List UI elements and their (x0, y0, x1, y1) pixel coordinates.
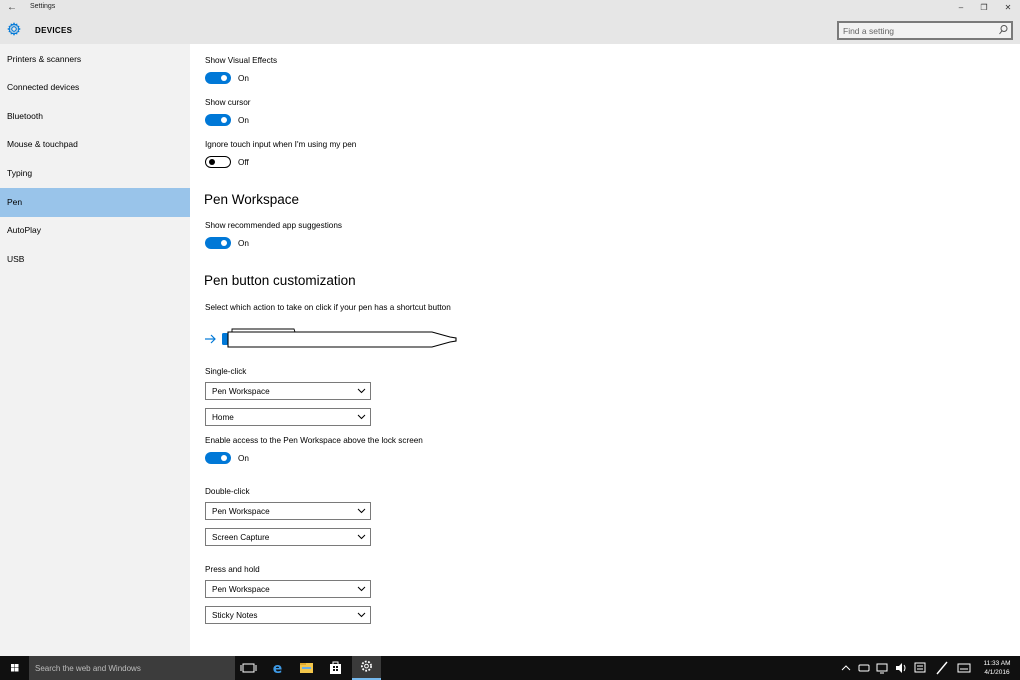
file-explorer-icon[interactable] (292, 656, 321, 680)
sidebar-item-pen[interactable]: Pen (0, 188, 190, 217)
dropdown-value: Pen Workspace (212, 506, 270, 516)
window-title: Settings (30, 3, 56, 10)
pen-button-heading: Pen button customization (204, 273, 356, 288)
lock-screen-toggle[interactable] (205, 452, 231, 464)
recommended-apps-state: On (238, 239, 249, 248)
search-icon[interactable] (998, 24, 1008, 36)
settings-app-icon[interactable] (352, 656, 381, 680)
chevron-down-icon (357, 612, 366, 618)
network-icon[interactable] (874, 656, 890, 680)
press-hold-label: Press and hold (205, 565, 260, 574)
search-input[interactable] (843, 24, 993, 37)
single-click-action-dropdown[interactable]: Pen Workspace (205, 382, 371, 400)
ignore-touch-toggle[interactable] (205, 156, 231, 168)
gear-icon (7, 22, 21, 36)
taskbar: Search the web and Windows e 11:33 AM 4/… (0, 656, 1020, 680)
sidebar-item-connected-devices[interactable]: Connected devices (0, 73, 190, 102)
recommended-apps-label: Show recommended app suggestions (205, 221, 342, 230)
visual-effects-label: Show Visual Effects (205, 56, 278, 65)
dropdown-value: Home (212, 412, 234, 422)
toggle-knob (221, 455, 227, 461)
settings-window: ← Settings – ❐ ✕ DEVICES Printers & scan… (0, 0, 1020, 656)
toggle-knob (221, 240, 227, 246)
store-icon[interactable] (321, 656, 350, 680)
task-view-icon[interactable] (234, 656, 263, 680)
back-arrow-icon[interactable]: ← (6, 1, 18, 14)
dropdown-value: Pen Workspace (212, 386, 270, 396)
windows-ink-pen-icon[interactable] (934, 656, 950, 680)
single-click-app-dropdown[interactable]: Home (205, 408, 371, 426)
edge-browser-icon[interactable]: e (263, 656, 292, 680)
find-setting-search[interactable] (837, 21, 1013, 40)
sidebar-item-usb[interactable]: USB (0, 245, 190, 274)
double-click-app-dropdown[interactable]: Screen Capture (205, 528, 371, 546)
dropdown-value: Screen Capture (212, 532, 270, 542)
restore-icon[interactable]: ❐ (977, 1, 991, 15)
chevron-down-icon (357, 534, 366, 540)
recommended-apps-toggle[interactable] (205, 237, 231, 249)
double-click-label: Double-click (205, 487, 250, 496)
taskbar-search-placeholder: Search the web and Windows (35, 664, 141, 673)
chevron-up-icon[interactable] (838, 656, 854, 680)
clock-date: 4/1/2016 (984, 669, 1010, 676)
sidebar-item-label: Connected devices (7, 82, 80, 92)
lock-screen-label: Enable access to the Pen Workspace above… (205, 436, 423, 445)
visual-effects-toggle[interactable] (205, 72, 231, 84)
dropdown-value: Sticky Notes (212, 610, 258, 620)
chevron-down-icon (357, 586, 366, 592)
sidebar-item-label: Pen (7, 197, 23, 207)
clock-time: 11:33 AM (983, 660, 1011, 667)
toggle-knob (221, 117, 227, 123)
show-cursor-toggle[interactable] (205, 114, 231, 126)
settings-content: Show Visual Effects On Show cursor On Ig… (190, 44, 1020, 656)
chevron-down-icon (357, 508, 366, 514)
page-header: DEVICES (0, 16, 1020, 44)
toggle-knob (221, 75, 227, 81)
sidebar-item-label: Mouse & touchpad (7, 139, 78, 149)
sidebar-item-autoplay[interactable]: AutoPlay (0, 216, 190, 245)
close-icon[interactable]: ✕ (1001, 1, 1015, 15)
action-center-icon[interactable] (912, 656, 928, 680)
sidebar-item-label: Printers & scanners (7, 54, 82, 64)
show-cursor-state: On (238, 116, 249, 125)
ignore-touch-label: Ignore touch input when I'm using my pen (205, 140, 357, 149)
sidebar-item-printers-scanners[interactable]: Printers & scanners (0, 45, 190, 74)
toggle-knob (208, 158, 215, 165)
page-title: DEVICES (35, 26, 73, 35)
windows-start-icon[interactable] (0, 656, 29, 680)
sidebar: Printers & scanners Connected devices Bl… (0, 44, 190, 656)
press-hold-action-dropdown[interactable]: Pen Workspace (205, 580, 371, 598)
arrow-right-icon (205, 334, 216, 344)
sidebar-item-label: AutoPlay (7, 225, 42, 235)
press-hold-app-dropdown[interactable]: Sticky Notes (205, 606, 371, 624)
ignore-touch-state: Off (238, 158, 249, 167)
touch-keyboard-icon[interactable] (956, 656, 972, 680)
single-click-label: Single-click (205, 367, 247, 376)
sidebar-item-typing[interactable]: Typing (0, 159, 190, 188)
pen-illustration-icon (205, 328, 457, 348)
taskbar-clock[interactable]: 11:33 AM 4/1/2016 (974, 659, 1020, 677)
svg-text:e: e (273, 661, 283, 677)
dropdown-value: Pen Workspace (212, 584, 270, 594)
title-bar: ← Settings – ❐ ✕ (0, 0, 1020, 16)
show-cursor-label: Show cursor (205, 98, 251, 107)
pen-workspace-heading: Pen Workspace (204, 192, 300, 207)
sidebar-item-mouse-touchpad[interactable]: Mouse & touchpad (0, 130, 190, 159)
chevron-down-icon (357, 414, 366, 420)
visual-effects-state: On (238, 74, 249, 83)
taskbar-search-box[interactable]: Search the web and Windows (29, 656, 235, 680)
sidebar-item-label: USB (7, 254, 25, 264)
people-icon[interactable] (856, 656, 872, 680)
sidebar-item-label: Typing (7, 168, 33, 178)
pen-button-description: Select which action to take on click if … (205, 303, 451, 312)
chevron-down-icon (357, 388, 366, 394)
sidebar-item-label: Bluetooth (7, 111, 43, 121)
sidebar-item-bluetooth[interactable]: Bluetooth (0, 102, 190, 131)
minimize-icon[interactable]: – (954, 1, 968, 15)
double-click-action-dropdown[interactable]: Pen Workspace (205, 502, 371, 520)
volume-icon[interactable] (893, 656, 909, 680)
lock-screen-state: On (238, 454, 249, 463)
